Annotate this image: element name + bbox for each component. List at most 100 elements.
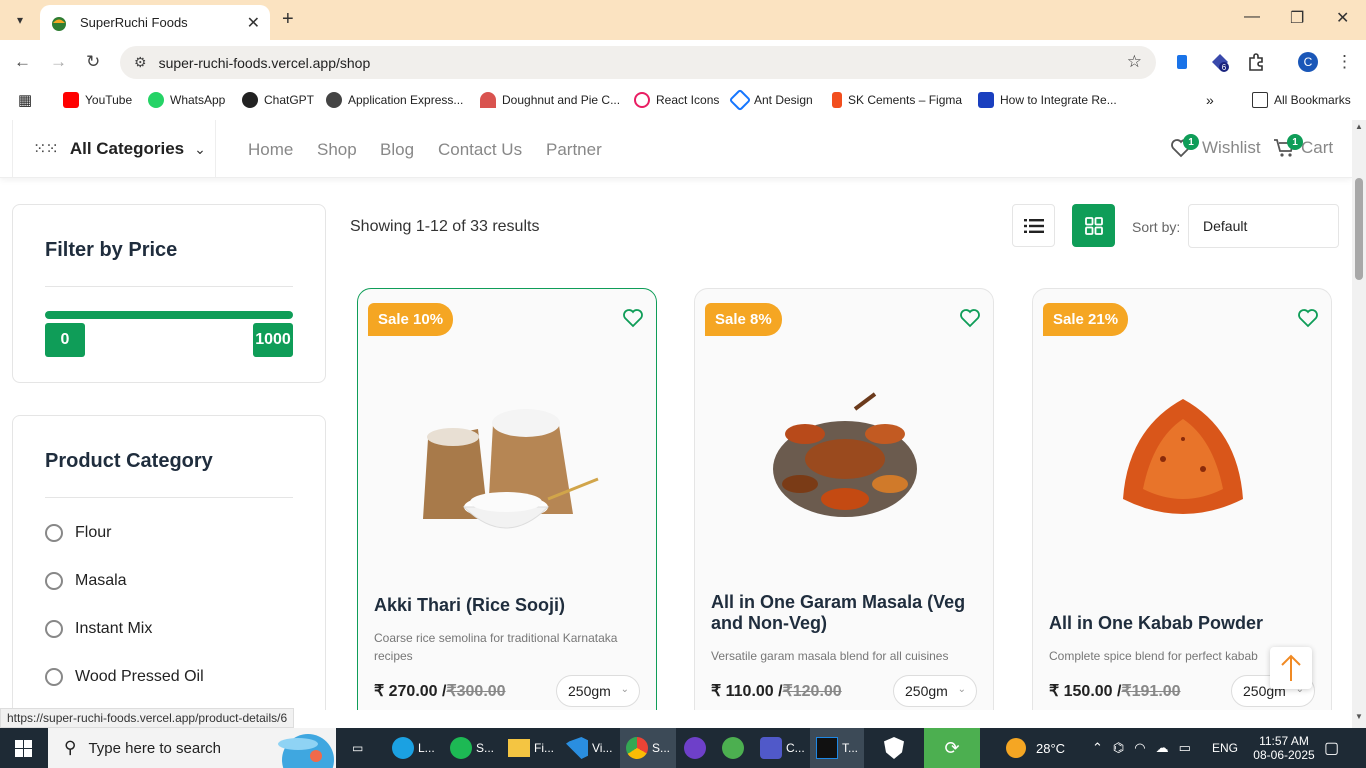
- forward-icon[interactable]: →: [50, 52, 67, 72]
- clock[interactable]: 11:57 AM 08-06-2025: [1252, 728, 1316, 768]
- network-icon: ⌬: [1112, 740, 1125, 755]
- edge-icon: [392, 737, 414, 759]
- radio-icon[interactable]: [45, 620, 63, 638]
- nav-partner[interactable]: Partner: [546, 140, 602, 160]
- bookmark-doughnut[interactable]: Doughnut and Pie C...: [480, 92, 620, 108]
- back-icon[interactable]: ←: [14, 52, 31, 72]
- category-option-flour[interactable]: Flour: [45, 524, 111, 542]
- extension-icon[interactable]: [1172, 52, 1192, 72]
- bookmark-youtube[interactable]: YouTube: [63, 92, 132, 108]
- old-price: ₹300.00: [446, 683, 506, 700]
- add-to-wishlist-heart-icon[interactable]: [622, 307, 644, 329]
- page-scrollbar[interactable]: ▲ ▼: [1352, 120, 1366, 728]
- bookmark-application-express[interactable]: Application Express...: [326, 92, 463, 108]
- taskbar-edge[interactable]: L...: [392, 736, 435, 760]
- add-to-wishlist-heart-icon[interactable]: [1297, 307, 1319, 329]
- scroll-up-icon[interactable]: ▲: [1355, 122, 1363, 131]
- wishlist-link[interactable]: Wishlist 1: [1170, 134, 1261, 158]
- sort-label: Sort by:: [1132, 219, 1181, 235]
- taskbar-github[interactable]: [684, 736, 706, 760]
- extension-badge-icon[interactable]: 6: [1210, 52, 1230, 72]
- bookmark-chatgpt[interactable]: ChatGPT: [242, 92, 314, 108]
- svg-text:6: 6: [1222, 63, 1227, 72]
- site-header: ⁙⁙ All Categories ⌄ Home Shop Blog Conta…: [0, 120, 1352, 178]
- product-card[interactable]: Sale 8% All in One Garam Masala (Veg and…: [694, 288, 994, 710]
- product-card[interactable]: Sale 10% Akki Thari (Rice Sooji) Coarse …: [357, 288, 657, 710]
- address-bar[interactable]: ⚙ super-ruchi-foods.vercel.app/shop ☆: [120, 46, 1156, 79]
- bookmark-ant-design[interactable]: Ant Design: [728, 88, 813, 112]
- nav-home[interactable]: Home: [248, 140, 293, 160]
- nav-shop[interactable]: Shop: [317, 140, 357, 160]
- weight-select[interactable]: 250gm ⌄: [556, 675, 640, 707]
- weight-select[interactable]: 250gm ⌄: [893, 675, 977, 707]
- close-tab-icon[interactable]: ✕: [247, 13, 260, 33]
- system-tray-icons[interactable]: ⌃ ⌬ ◠ ☁ ▭: [1092, 728, 1191, 768]
- new-tab-icon[interactable]: +: [282, 8, 294, 31]
- taskbar-sync-app[interactable]: ⟳: [924, 728, 980, 768]
- price-min-input[interactable]: 0: [45, 323, 85, 357]
- taskbar-chrome[interactable]: S...: [620, 728, 677, 768]
- extensions-puzzle-icon[interactable]: [1246, 52, 1266, 72]
- minimize-icon[interactable]: —: [1244, 8, 1260, 26]
- bookmark-react-icons[interactable]: React Icons: [634, 92, 719, 108]
- taskbar-tl-app[interactable]: T...: [810, 728, 865, 768]
- category-option-masala[interactable]: Masala: [45, 572, 127, 590]
- product-name[interactable]: All in One Kabab Powder: [1049, 613, 1315, 634]
- tab-title: SuperRuchi Foods: [80, 15, 188, 30]
- more-bookmarks-icon[interactable]: »: [1206, 92, 1214, 108]
- scrollbar-thumb[interactable]: [1355, 178, 1363, 280]
- sale-badge: Sale 8%: [705, 303, 782, 336]
- price-range-slider[interactable]: [45, 311, 293, 319]
- taskbar-file-explorer[interactable]: Fi...: [508, 736, 554, 760]
- product-name[interactable]: All in One Garam Masala (Veg and Non-Veg…: [711, 592, 977, 634]
- close-window-icon[interactable]: ✕: [1336, 8, 1349, 28]
- tab-search-chevron-icon[interactable]: ▾: [8, 8, 32, 32]
- maximize-icon[interactable]: ❐: [1290, 8, 1304, 28]
- radio-icon[interactable]: [45, 572, 63, 590]
- taskbar-mongodb[interactable]: [722, 736, 744, 760]
- taskview-icon[interactable]: ▭: [352, 736, 363, 760]
- price-max-input[interactable]: 1000: [253, 323, 293, 357]
- site-info-icon[interactable]: ⚙: [134, 54, 147, 71]
- taskbar-vscode[interactable]: Vi...: [566, 736, 612, 760]
- category-option-wood-pressed-oil[interactable]: Wood Pressed Oil: [45, 668, 204, 686]
- language-indicator[interactable]: ENG: [1212, 728, 1238, 768]
- bookmark-site-icon: [978, 92, 994, 108]
- taskbar-teams[interactable]: C...: [760, 736, 805, 760]
- sort-select[interactable]: Default: [1188, 204, 1339, 248]
- all-bookmarks[interactable]: All Bookmarks: [1252, 92, 1351, 108]
- product-name[interactable]: Akki Thari (Rice Sooji): [374, 595, 640, 616]
- bookmark-integrate[interactable]: How to Integrate Re...: [978, 92, 1117, 108]
- scroll-to-top-button[interactable]: [1270, 647, 1312, 689]
- windows-start-icon[interactable]: [15, 740, 32, 757]
- browser-tab[interactable]: SuperRuchi Foods ✕: [40, 5, 270, 40]
- clock-date: 08-06-2025: [1253, 748, 1315, 762]
- bookmark-star-icon[interactable]: ☆: [1127, 52, 1142, 72]
- grid-view-button[interactable]: [1072, 204, 1115, 247]
- github-icon: [684, 737, 706, 759]
- reload-icon[interactable]: ↻: [86, 52, 100, 72]
- page-viewport: ⁙⁙ All Categories ⌄ Home Shop Blog Conta…: [0, 120, 1352, 710]
- list-view-button[interactable]: [1012, 204, 1055, 247]
- menu-kebab-icon[interactable]: ⋮: [1336, 52, 1353, 72]
- taskbar-search[interactable]: ⚲ Type here to search: [48, 728, 336, 768]
- scroll-down-icon[interactable]: ▼: [1355, 712, 1363, 721]
- cart-link[interactable]: Cart 1: [1273, 134, 1333, 158]
- bookmark-whatsapp[interactable]: WhatsApp: [148, 92, 225, 108]
- nav-blog[interactable]: Blog: [380, 140, 414, 160]
- weather-widget[interactable]: 28°C: [1006, 728, 1065, 768]
- taskbar-spotify[interactable]: S...: [450, 736, 494, 760]
- radio-icon[interactable]: [45, 668, 63, 686]
- clock-time: 11:57 AM: [1259, 734, 1309, 748]
- apps-grid-icon[interactable]: ▦: [18, 91, 32, 109]
- add-to-wishlist-heart-icon[interactable]: [959, 307, 981, 329]
- bookmark-figma[interactable]: SK Cements – Figma: [832, 92, 962, 108]
- category-option-instant-mix[interactable]: Instant Mix: [45, 620, 152, 638]
- divider: [45, 497, 293, 498]
- taskbar-security[interactable]: [884, 736, 904, 760]
- all-categories-dropdown[interactable]: ⁙⁙ All Categories ⌄: [12, 120, 216, 178]
- radio-icon[interactable]: [45, 524, 63, 542]
- profile-avatar[interactable]: C: [1298, 52, 1318, 72]
- notifications-icon[interactable]: ▢: [1324, 728, 1339, 768]
- nav-contact-us[interactable]: Contact Us: [438, 140, 522, 160]
